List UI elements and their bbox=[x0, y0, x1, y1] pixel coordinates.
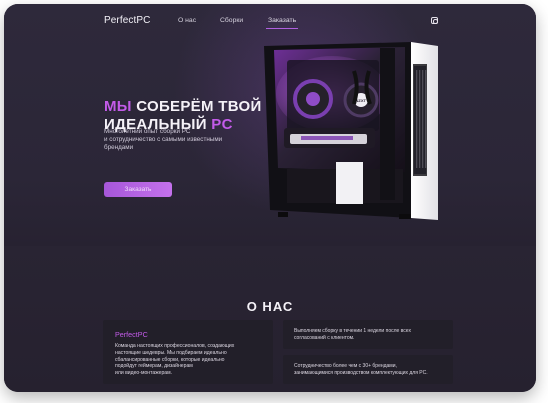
about-main-card: PerfectPC Команда настоящих профессионал… bbox=[103, 320, 273, 384]
pc-case-image: NZXT bbox=[264, 42, 438, 220]
about-fact-text: Выполняем сборку в течении 1 недели посл… bbox=[294, 328, 411, 341]
about-title: О НАС bbox=[246, 298, 294, 314]
hero-subtitle: Многолетний опыт сборки PC и сотрудничес… bbox=[104, 128, 223, 151]
about-fact-card: Сотрудничество более чем с 30+ брендами,… bbox=[283, 355, 453, 384]
instagram-icon[interactable] bbox=[431, 17, 438, 24]
about-card-text: Команда настоящих профессионалов, создаю… bbox=[115, 343, 235, 377]
brand-logo[interactable]: PerfectPC bbox=[104, 15, 150, 26]
hero-title-text-1: СОБЕРЁМ ТВОЙ bbox=[131, 98, 262, 116]
hero-title-accent-1: МЫ bbox=[104, 98, 132, 116]
about-card-title: PerfectPC bbox=[115, 330, 148, 339]
about-fact-card: Выполняем сборку в течении 1 недели посл… bbox=[283, 320, 453, 349]
hero-section: PerfectPC О нас Сборки Заказать МЫ СОБЕР… bbox=[4, 4, 536, 246]
website-frame: PerfectPC О нас Сборки Заказать МЫ СОБЕР… bbox=[4, 4, 536, 392]
about-fact-text: Сотрудничество более чем с 30+ брендами,… bbox=[294, 363, 428, 376]
order-button[interactable]: Заказать bbox=[104, 182, 172, 197]
nav-link-order[interactable]: Заказать bbox=[266, 17, 299, 29]
nav-link-about[interactable]: О нас bbox=[178, 17, 196, 24]
nav-link-builds[interactable]: Сборки bbox=[220, 17, 243, 24]
top-navigation: PerfectPC О нас Сборки Заказать bbox=[4, 4, 536, 38]
